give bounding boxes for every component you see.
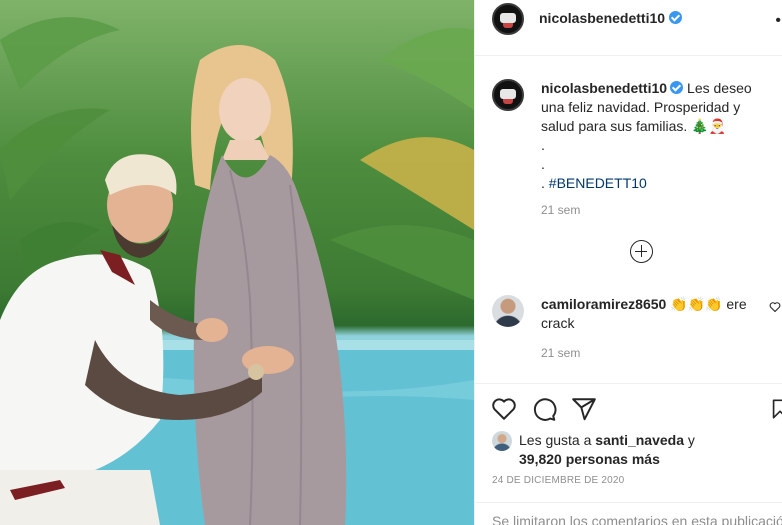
comments-limited-notice: Se limitaron los comentarios en esta pub… xyxy=(475,502,782,525)
likes-prefix: Les gusta a xyxy=(519,432,592,448)
caption-dot-line: . xyxy=(541,137,545,153)
heart-icon[interactable] xyxy=(491,396,517,422)
comment-icon[interactable] xyxy=(531,396,557,422)
post-date[interactable]: 24 DE DICIEMBRE DE 2020 xyxy=(492,475,624,486)
caption-avatar[interactable] xyxy=(492,79,524,111)
verified-badge-icon xyxy=(669,11,683,24)
caption-hashtag[interactable]: #BENEDETT10 xyxy=(549,175,647,191)
comment-timestamp[interactable]: 21 sem xyxy=(541,346,580,360)
post-photo[interactable] xyxy=(0,0,474,525)
author-username-row[interactable]: nicolasbenedetti10 xyxy=(539,10,683,26)
post-header: nicolasbenedetti10 • xyxy=(475,0,782,56)
author-username[interactable]: nicolasbenedetti10 xyxy=(539,10,665,26)
bookmark-icon[interactable] xyxy=(769,396,782,422)
likes-text: Les gusta a santi_naveda y 39,820 person… xyxy=(519,431,779,469)
caption-dot-line: . xyxy=(541,175,545,191)
caption-dot-line: . xyxy=(541,156,545,172)
more-options-icon[interactable]: • xyxy=(775,12,781,30)
post-sidebar: nicolasbenedetti10 • nicolasbenedetti10 L… xyxy=(474,0,782,525)
likes-conjunction: y xyxy=(687,432,695,448)
heart-icon[interactable] xyxy=(769,301,781,313)
likes-count[interactable]: 39,820 personas más xyxy=(519,451,660,467)
liker-avatar[interactable] xyxy=(492,431,512,451)
post-actions: Les gusta a santi_naveda y 39,820 person… xyxy=(475,383,782,525)
commenter-username[interactable]: camiloramirez8650 xyxy=(541,296,666,312)
caption-timestamp[interactable]: 21 sem xyxy=(541,203,580,217)
share-icon[interactable] xyxy=(571,396,597,422)
commenter-avatar[interactable] xyxy=(492,295,524,327)
caption-text-block: nicolasbenedetti10 Les deseo una feliz na… xyxy=(541,79,777,193)
caption-username[interactable]: nicolasbenedetti10 xyxy=(541,80,667,96)
author-avatar[interactable] xyxy=(492,3,524,35)
verified-badge-icon xyxy=(670,81,684,94)
post-photo-illustration xyxy=(0,17,474,525)
plus-circle-icon[interactable] xyxy=(630,240,653,263)
liker-username[interactable]: santi_naveda xyxy=(595,432,684,448)
comment-text-block: camiloramirez8650 👏👏👏 ere crack xyxy=(541,295,767,333)
comment-item: camiloramirez8650 👏👏👏 ere crack 21 sem xyxy=(475,290,782,370)
